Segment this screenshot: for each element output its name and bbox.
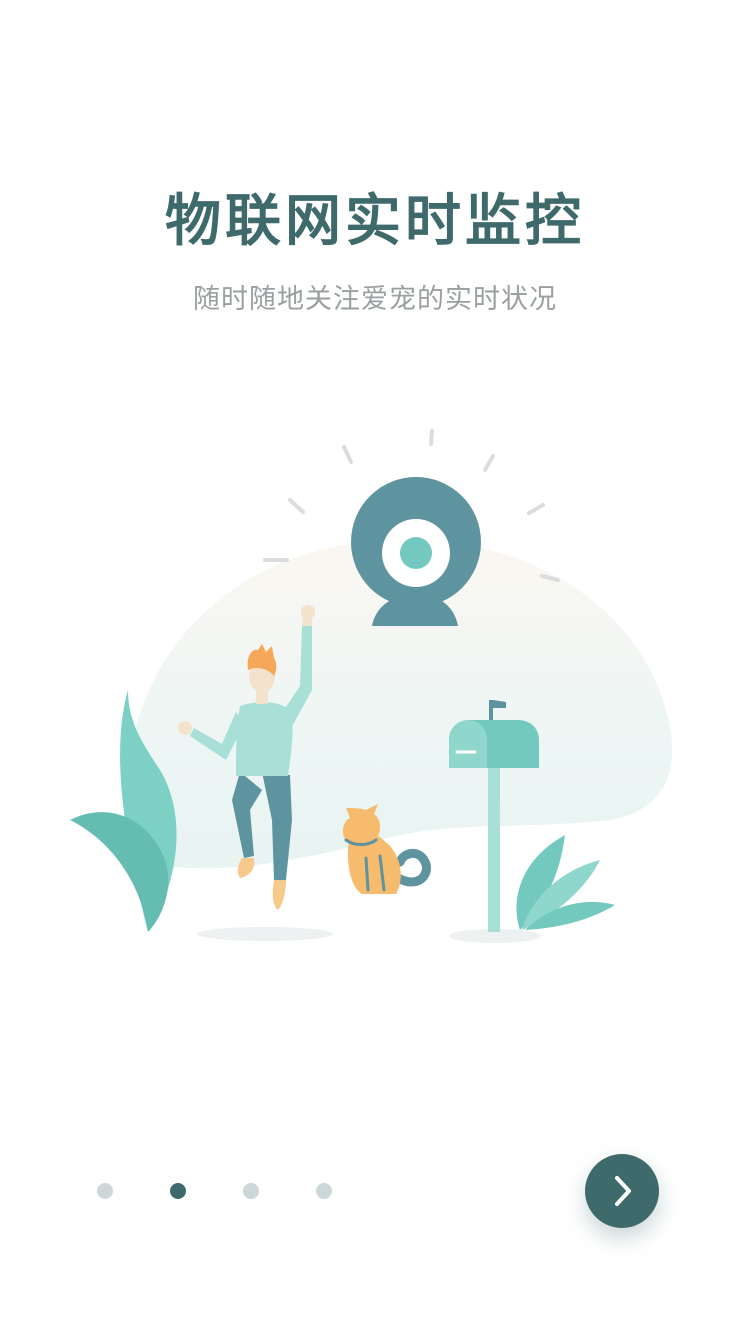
iot-monitoring-illustration xyxy=(70,429,673,943)
onboarding-screen: 物联网实时监控 随时随地关注爱宠的实时状况 xyxy=(0,0,750,1334)
page-dot-4[interactable] xyxy=(316,1183,332,1199)
page-dot-3[interactable] xyxy=(243,1183,259,1199)
chevron-right-icon xyxy=(615,1176,631,1206)
next-button[interactable] xyxy=(585,1154,659,1228)
page-subtitle: 随时随地关注爱宠的实时状况 xyxy=(193,284,557,315)
page-dot-2-active[interactable] xyxy=(170,1183,186,1199)
page-title: 物联网实时监控 xyxy=(165,189,585,254)
right-plant-icon xyxy=(516,835,615,930)
page-dot-1[interactable] xyxy=(97,1183,113,1199)
page-indicator xyxy=(0,1175,400,1207)
person-shadow xyxy=(197,927,333,941)
